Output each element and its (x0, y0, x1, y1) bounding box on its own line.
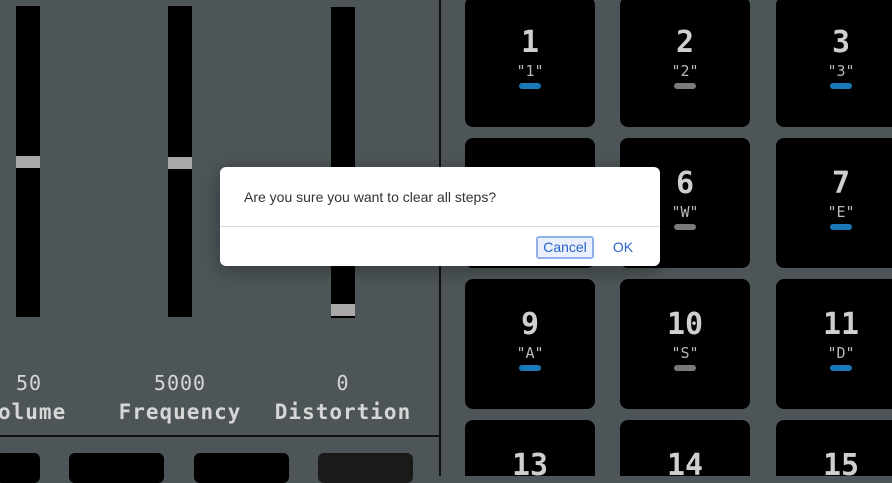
ok-button[interactable]: OK (606, 238, 640, 257)
modal-overlay: Are you sure you want to clear all steps… (0, 0, 892, 476)
cancel-button[interactable]: Cancel (536, 236, 594, 259)
confirm-dialog: Are you sure you want to clear all steps… (220, 167, 660, 266)
dialog-separator (220, 226, 660, 227)
dialog-message: Are you sure you want to clear all steps… (244, 189, 497, 205)
